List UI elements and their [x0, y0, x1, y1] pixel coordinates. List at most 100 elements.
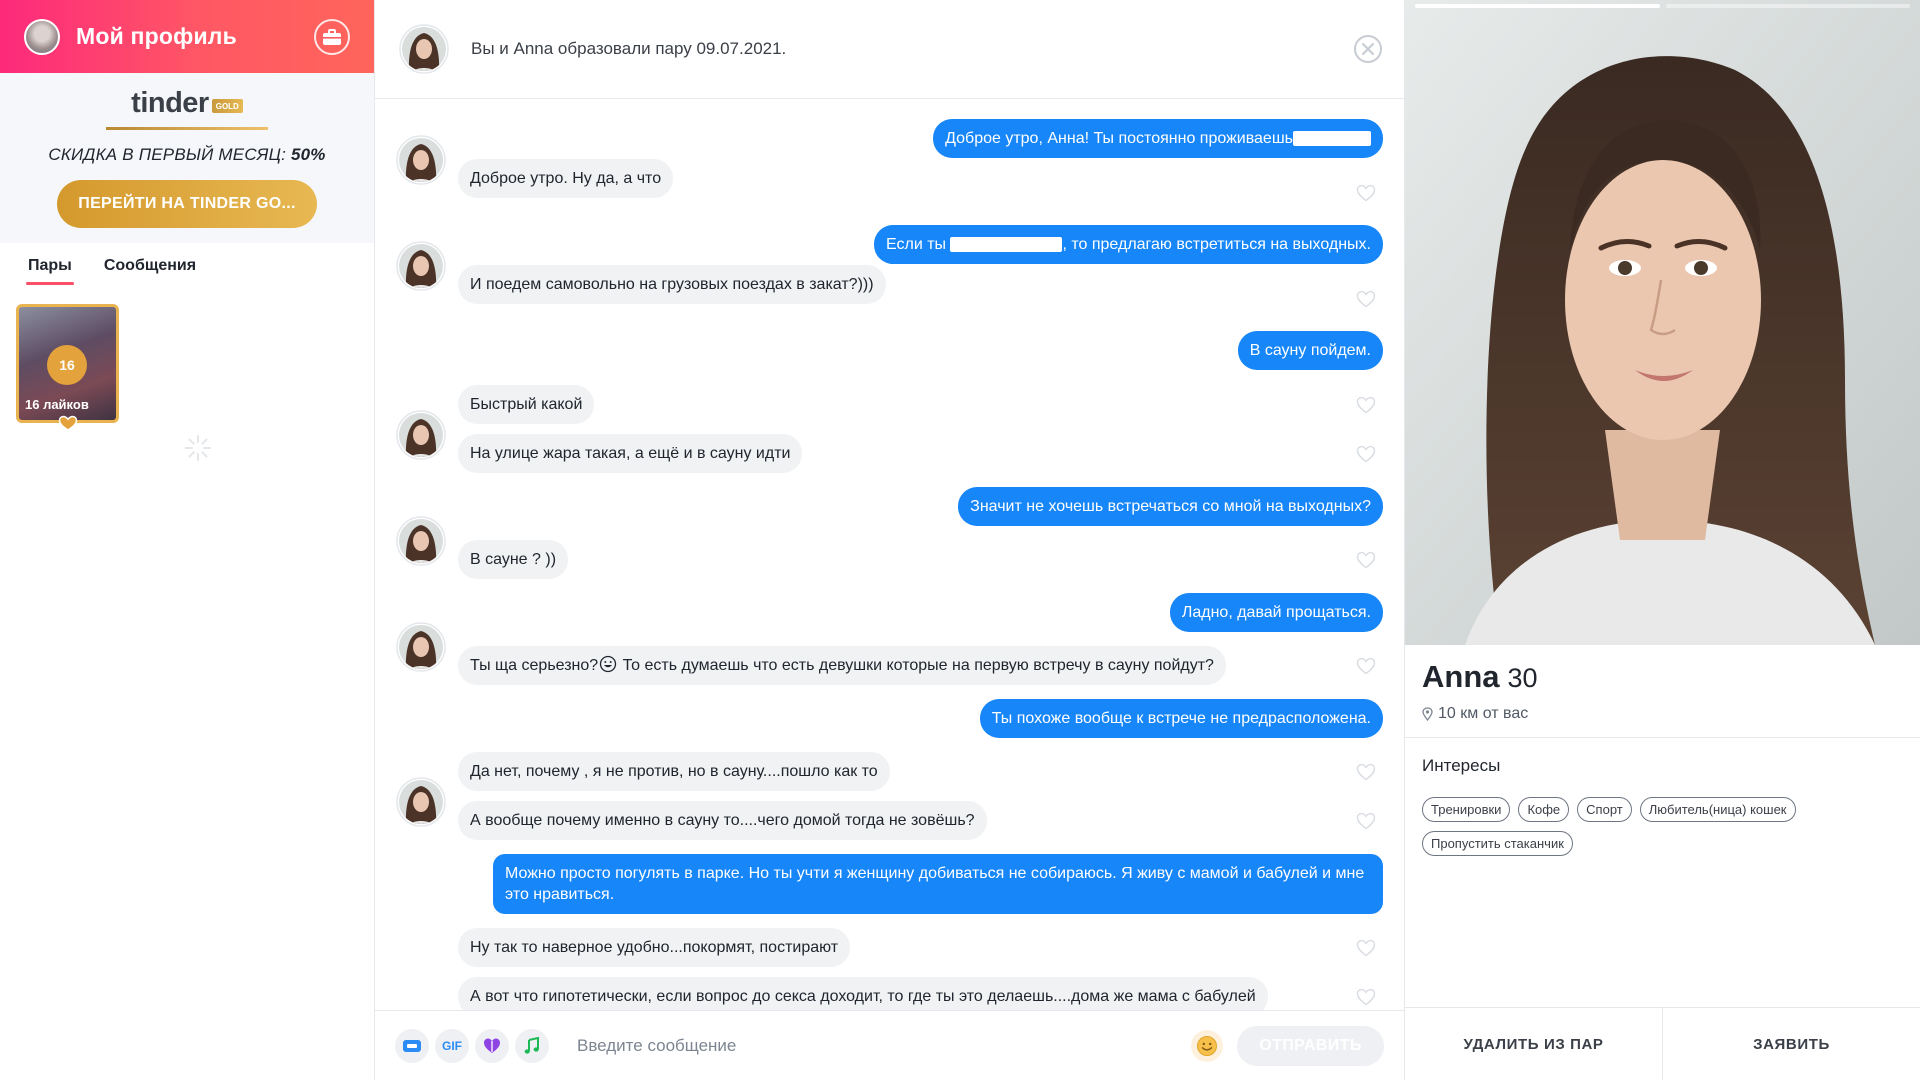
tinder-gold-promo: tinder GOLD СКИДКА В ПЕРВЫЙ МЕСЯЦ: 50% П…: [0, 73, 374, 243]
location-pin-icon: [1422, 707, 1433, 721]
match-message[interactable]: Быстрый какой: [458, 385, 595, 424]
photo-progress-segment[interactable]: [1665, 4, 1910, 8]
emoji-button[interactable]: [1191, 1029, 1223, 1062]
match-message[interactable]: И поедем самовольно на грузовых поездах …: [458, 265, 886, 304]
sticker-button[interactable]: [395, 1028, 429, 1063]
match-profile-panel: Anna 30 10 км от вас Интересы Тренировки …: [1405, 0, 1920, 1080]
discount-value: 50%: [291, 145, 326, 164]
tab-matches[interactable]: Пары: [26, 257, 74, 285]
music-button[interactable]: [515, 1028, 549, 1063]
match-name-text: Anna: [1422, 659, 1500, 694]
message-text: , то предлагаю встретиться на выходных.: [1062, 236, 1371, 253]
my-profile-header[interactable]: Мой профиль: [0, 0, 374, 73]
likes-caption: 16 лайков: [25, 397, 89, 412]
gold-heart-icon: [58, 415, 78, 431]
my-avatar[interactable]: [24, 18, 60, 55]
gold-discount-text: СКИДКА В ПЕРВЫЙ МЕСЯЦ: 50%: [48, 145, 325, 165]
message-composer: GIF ОТПРАВИТЬ: [375, 1010, 1404, 1080]
like-heart-icon[interactable]: [1356, 290, 1376, 308]
my-message[interactable]: Ты похоже вообще к встрече не предраспол…: [979, 699, 1383, 738]
match-message[interactable]: Доброе утро. Ну да, а что: [458, 159, 674, 198]
unmatch-button[interactable]: УДАЛИТЬ ИЗ ПАР: [1405, 1008, 1662, 1080]
loading-spinner-icon: [185, 435, 211, 461]
like-heart-icon[interactable]: [1356, 396, 1376, 414]
like-heart-icon[interactable]: [1356, 184, 1376, 202]
match-message-avatar[interactable]: [396, 516, 446, 566]
gold-badge: GOLD: [211, 98, 243, 113]
message-text: Ты ща серьезно?: [470, 657, 599, 674]
redacted-text: [1293, 131, 1371, 147]
photo-progress-bar: [1415, 4, 1910, 8]
like-heart-icon[interactable]: [1356, 812, 1376, 830]
message-text: Доброе утро, Анна! Ты постоянно проживае…: [945, 130, 1293, 147]
match-message[interactable]: На улице жара такая, а ещё и в сауну идт…: [458, 434, 803, 473]
match-message-avatar[interactable]: [396, 410, 446, 460]
interest-chip: Тренировки: [1422, 797, 1511, 822]
gold-underline: [106, 127, 268, 130]
match-message-avatar[interactable]: [396, 777, 446, 827]
tinder-gold-logo: tinder GOLD: [131, 87, 243, 120]
my-message[interactable]: Значит не хочешь встречаться со мной на …: [958, 487, 1383, 526]
interest-chip: Любитель(ница) кошек: [1639, 797, 1796, 822]
my-message[interactable]: Если ты , то предлагаю встретиться на вы…: [873, 225, 1383, 264]
distance-text: 10 км от вас: [1438, 705, 1529, 722]
interests-list: Тренировки Кофе Спорт Любитель(ница) кош…: [1422, 797, 1882, 856]
like-heart-icon[interactable]: [1356, 445, 1376, 463]
my-message[interactable]: Ладно, давай прощаться.: [1169, 593, 1383, 632]
like-heart-icon[interactable]: [1356, 939, 1376, 957]
match-message[interactable]: Ну так то наверное удобно...покормят, по…: [458, 928, 851, 967]
briefcase-icon: [323, 28, 341, 45]
match-message[interactable]: А вот что гипотетически, если вопрос до …: [458, 977, 1268, 1010]
chat-header: Вы и Anna образовали пару 09.07.2021.: [375, 0, 1404, 99]
match-date-text: Вы и Anna образовали пару 09.07.2021.: [471, 39, 787, 58]
portrait-image: [1405, 0, 1920, 645]
match-message[interactable]: В сауне ? )): [458, 540, 569, 579]
gif-button[interactable]: GIF: [435, 1028, 469, 1063]
message-list[interactable]: Доброе утро, Анна! Ты постоянно проживае…: [375, 99, 1404, 1010]
divider: [1405, 737, 1920, 738]
smiley-icon: [1197, 1035, 1217, 1056]
like-heart-icon[interactable]: [1356, 988, 1376, 1006]
interest-chip: Спорт: [1577, 797, 1632, 822]
tab-messages[interactable]: Сообщения: [104, 257, 196, 285]
match-message[interactable]: А вообще почему именно в сауну то....чег…: [458, 801, 987, 840]
go-gold-button[interactable]: ПЕРЕЙТИ НА TINDER GO...: [57, 180, 317, 228]
match-age: 30: [1507, 663, 1538, 693]
my-message[interactable]: Можно просто погулять в парке. Но ты учт…: [493, 854, 1383, 914]
match-name: Anna 30: [1422, 659, 1538, 695]
profile-actions: УДАЛИТЬ ИЗ ПАР ЗАЯВИТЬ: [1405, 1007, 1920, 1080]
send-button[interactable]: ОТПРАВИТЬ: [1237, 1025, 1384, 1066]
gift-button[interactable]: [475, 1028, 509, 1063]
photo-progress-segment[interactable]: [1415, 4, 1660, 8]
close-chat-button[interactable]: [1352, 33, 1384, 65]
heart-gift-icon: [484, 1038, 500, 1053]
report-button[interactable]: ЗАЯВИТЬ: [1662, 1008, 1920, 1080]
likes-count-badge: 16: [47, 345, 87, 385]
interest-chip: Пропустить стаканчик: [1422, 831, 1573, 856]
match-distance: 10 км от вас: [1422, 705, 1528, 723]
ticket-icon: [403, 1039, 421, 1052]
briefcase-button[interactable]: [314, 18, 350, 55]
match-photo[interactable]: [1405, 0, 1920, 645]
redacted-text: [950, 237, 1063, 253]
match-message[interactable]: Да нет, почему , я не против, но в сауну…: [458, 752, 890, 791]
match-message-avatar[interactable]: [396, 241, 446, 291]
likes-card[interactable]: 16 16 лайков: [16, 304, 119, 431]
match-avatar[interactable]: [399, 24, 449, 74]
chat-panel: Вы и Anna образовали пару 09.07.2021. До…: [375, 0, 1405, 1080]
grinning-face-emoji-icon: [600, 655, 617, 673]
music-note-icon: [524, 1036, 539, 1054]
my-message[interactable]: В сауну пойдем.: [1237, 331, 1383, 370]
interests-title: Интересы: [1422, 756, 1501, 775]
match-message-avatar[interactable]: [396, 135, 446, 185]
my-profile-title[interactable]: Мой профиль: [76, 23, 314, 50]
match-message-avatar[interactable]: [396, 622, 446, 672]
match-message[interactable]: Ты ща серьезно? То есть думаешь что есть…: [458, 646, 1226, 685]
message-text: Если ты: [885, 236, 947, 253]
like-heart-icon[interactable]: [1356, 657, 1376, 675]
message-input[interactable]: [577, 1035, 1191, 1056]
like-heart-icon[interactable]: [1356, 551, 1376, 569]
tinder-logo-word: tinder: [131, 87, 209, 119]
like-heart-icon[interactable]: [1356, 763, 1376, 781]
my-message[interactable]: Доброе утро, Анна! Ты постоянно проживае…: [933, 119, 1383, 158]
